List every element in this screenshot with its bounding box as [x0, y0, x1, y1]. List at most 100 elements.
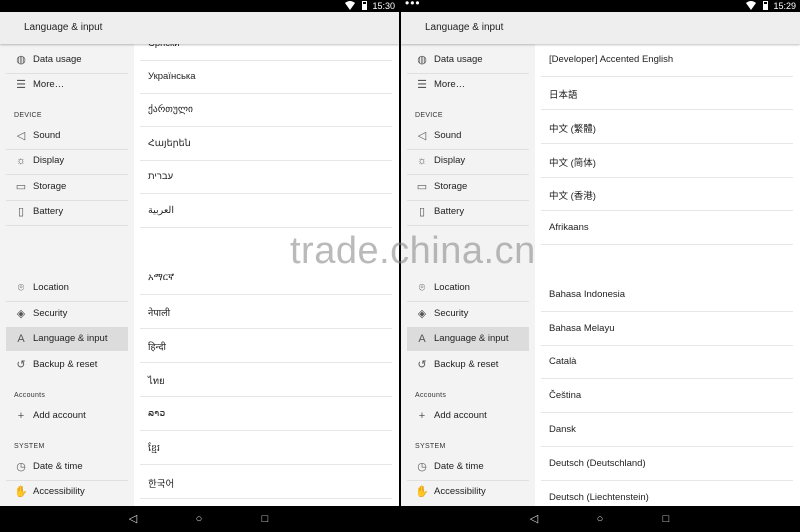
location-icon: ⌾: [17, 282, 25, 294]
more-icon: ☰: [417, 79, 427, 91]
language-item[interactable]: Deutsch (Deutschland): [541, 448, 793, 481]
sidebar-item-date-time[interactable]: ◷ Date & time: [6, 455, 128, 479]
language-item[interactable]: [Developer] Accented English: [541, 44, 793, 77]
recents-icon[interactable]: □: [258, 512, 272, 526]
language-item[interactable]: ไทย: [140, 364, 392, 397]
language-item[interactable]: [541, 245, 793, 278]
language-label: Deutsch (Deutschland): [549, 458, 646, 469]
sidebar-item-display[interactable]: ☼ Display: [6, 149, 128, 173]
sidebar-item-location[interactable]: ⌾ Location: [407, 276, 529, 300]
language-item[interactable]: ქართული: [140, 94, 392, 127]
sidebar-item-label: Display: [33, 155, 65, 166]
sidebar-item-data-usage[interactable]: ◍ Data usage: [6, 48, 128, 72]
language-label: Bahasa Indonesia: [549, 289, 626, 300]
language-item[interactable]: Bahasa Indonesia: [541, 279, 793, 312]
status-bar: ••• 15:29: [401, 0, 800, 12]
sidebar-item-label: Add account: [434, 410, 487, 421]
sidebar-item-language-input[interactable]: A Language & input: [6, 327, 128, 351]
sidebar-item-security[interactable]: ◈ Security: [6, 302, 128, 326]
display-icon: ☼: [15, 155, 27, 167]
sidebar-item-label: Language & input: [33, 333, 108, 344]
sidebar-item-storage[interactable]: ▭ Storage: [407, 175, 529, 199]
sidebar-item-language-input[interactable]: A Language & input: [407, 327, 529, 351]
battery-status-icon: [763, 1, 768, 10]
notification-dots: •••: [405, 0, 421, 10]
language-item[interactable]: Українська: [140, 61, 392, 94]
language-item[interactable]: עברית: [140, 161, 392, 194]
sidebar-item-label: Storage: [434, 181, 468, 192]
language-item[interactable]: 中文 (繁體): [541, 111, 793, 144]
language-item[interactable]: Català: [541, 346, 793, 379]
backup-icon: ↺: [16, 359, 26, 371]
home-icon[interactable]: ○: [192, 512, 206, 526]
sidebar-item-backup-reset[interactable]: ↺ Backup & reset: [6, 353, 128, 377]
app-bar: Language & input: [401, 12, 800, 44]
language-item[interactable]: ລາວ: [140, 398, 392, 431]
sidebar-item-accessibility[interactable]: ✋ Accessibility: [6, 480, 128, 504]
section-header-device: DEVICE: [415, 112, 443, 119]
language-item[interactable]: 中文 (简体): [541, 145, 793, 178]
language-item[interactable]: 한국어: [140, 466, 392, 499]
language-item[interactable]: Bahasa Melayu: [541, 313, 793, 346]
sidebar-item-label: Language & input: [434, 333, 509, 344]
sidebar-item-add-account[interactable]: + Add account: [407, 404, 529, 428]
recents-icon[interactable]: □: [659, 512, 673, 526]
battery-icon: ▯: [17, 206, 25, 218]
app-bar: Language & input: [0, 12, 399, 44]
language-label: 日本語: [549, 90, 578, 101]
sidebar-item-battery[interactable]: ▯ Battery: [6, 200, 128, 224]
sidebar-item-label: Accessibility: [33, 486, 85, 497]
clock-icon: ◷: [417, 461, 427, 473]
language-item[interactable]: Dansk: [541, 414, 793, 447]
language-icon: A: [418, 333, 426, 345]
sidebar-item-battery[interactable]: ▯ Battery: [407, 200, 529, 224]
sidebar-item-security[interactable]: ◈ Security: [407, 302, 529, 326]
language-label: Dansk: [549, 424, 576, 435]
sidebar-item-date-time[interactable]: ◷ Date & time: [407, 455, 529, 479]
watermark: trade.china.cn: [290, 230, 536, 272]
sidebar-item-storage[interactable]: ▭ Storage: [6, 175, 128, 199]
settings-sidebar: ◍ Data usage ☰ More… DEVICE ◁ Sound ☼ Displa…: [401, 44, 535, 506]
sidebar-item-display[interactable]: ☼ Display: [407, 149, 529, 173]
sidebar-item-location[interactable]: ⌾ Location: [6, 276, 128, 300]
language-label: ລາວ: [148, 408, 166, 419]
language-item[interactable]: Afrikaans: [541, 212, 793, 245]
sidebar-item-sound[interactable]: ◁ Sound: [6, 124, 128, 148]
language-item[interactable]: Հայերեն: [140, 128, 392, 161]
backup-icon: ↺: [417, 359, 427, 371]
language-label: 한국어: [148, 479, 175, 490]
language-item[interactable]: 中文 (香港): [541, 178, 793, 211]
data-usage-icon: ◍: [417, 54, 427, 66]
sidebar-item-data-usage[interactable]: ◍ Data usage: [407, 48, 529, 72]
sidebar-item-more[interactable]: ☰ More…: [407, 73, 529, 97]
more-icon: ☰: [16, 79, 26, 91]
location-icon: ⌾: [418, 282, 426, 294]
data-usage-icon: ◍: [16, 54, 26, 66]
sidebar-item-sound[interactable]: ◁ Sound: [407, 124, 529, 148]
back-icon[interactable]: ◁: [126, 512, 140, 526]
status-time: 15:30: [372, 1, 395, 11]
sidebar-item-more[interactable]: ☰ More…: [6, 73, 128, 97]
language-item[interactable]: 日本語: [541, 77, 793, 110]
language-item[interactable]: العربية: [140, 195, 392, 228]
language-item[interactable]: ខ្មែរ: [140, 432, 392, 465]
battery-icon: ▯: [418, 206, 426, 218]
sidebar-item-add-account[interactable]: + Add account: [6, 404, 128, 428]
wifi-icon: [746, 1, 756, 10]
home-icon[interactable]: ○: [593, 512, 607, 526]
sidebar-item-label: Data usage: [33, 54, 82, 65]
status-time: 15:29: [773, 1, 796, 11]
back-icon[interactable]: ◁: [527, 512, 541, 526]
language-item[interactable]: हिन्दी: [140, 330, 392, 363]
accessibility-icon: ✋: [415, 486, 429, 498]
sidebar-item-label: More…: [434, 79, 466, 90]
sidebar-item-label: Accessibility: [434, 486, 486, 497]
security-icon: ◈: [417, 308, 427, 320]
sidebar-item-backup-reset[interactable]: ↺ Backup & reset: [407, 353, 529, 377]
sidebar-item-label: Backup & reset: [33, 359, 98, 370]
sidebar-item-accessibility[interactable]: ✋ Accessibility: [407, 480, 529, 504]
language-item[interactable]: नेपाली: [140, 296, 392, 329]
security-icon: ◈: [16, 308, 26, 320]
language-item[interactable]: Čeština: [541, 380, 793, 413]
accessibility-icon: ✋: [14, 486, 28, 498]
